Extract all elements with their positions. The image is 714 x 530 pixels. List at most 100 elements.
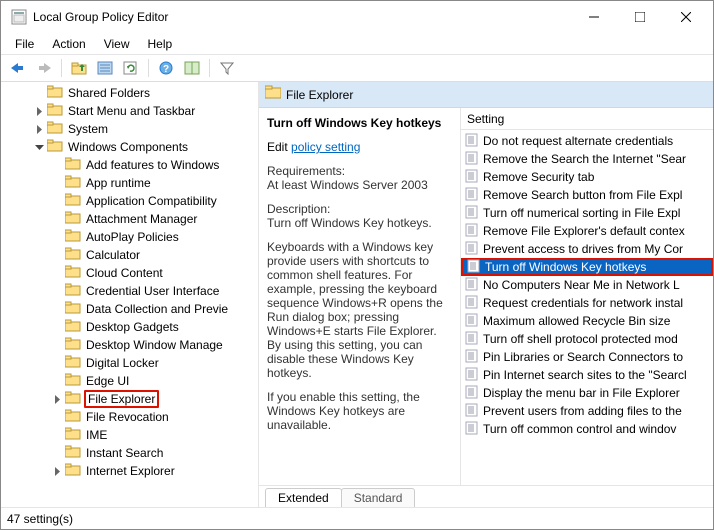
policy-icon	[465, 151, 479, 168]
tree-item[interactable]: App runtime	[51, 174, 258, 192]
expand-twisty[interactable]	[51, 393, 63, 405]
back-button[interactable]	[7, 57, 29, 79]
menu-action[interactable]: Action	[44, 35, 93, 53]
tree-item[interactable]: Shared Folders	[33, 84, 258, 102]
tabs: Extended Standard	[259, 485, 713, 507]
minimize-button[interactable]	[571, 1, 617, 33]
list-item-label: No Computers Near Me in Network L	[483, 278, 680, 292]
list-item[interactable]: Maximum allowed Recycle Bin size	[461, 312, 713, 330]
list-item[interactable]: Turn off Windows Key hotkeys	[461, 258, 713, 276]
list-item[interactable]: Do not request alternate credentials	[461, 132, 713, 150]
menu-view[interactable]: View	[96, 35, 138, 53]
list-item-label: Turn off numerical sorting in File Expl	[483, 206, 680, 220]
expand-twisty[interactable]	[51, 321, 63, 333]
tree-item[interactable]: Desktop Gadgets	[51, 318, 258, 336]
tab-extended[interactable]: Extended	[265, 488, 342, 507]
tree-item[interactable]: File Explorer	[51, 390, 258, 408]
tree-item[interactable]: Digital Locker	[51, 354, 258, 372]
list-item-label: Maximum allowed Recycle Bin size	[483, 314, 670, 328]
expand-twisty[interactable]	[51, 231, 63, 243]
expand-twisty[interactable]	[51, 339, 63, 351]
expand-twisty[interactable]	[33, 123, 45, 135]
list-item[interactable]: Prevent access to drives from My Cor	[461, 240, 713, 258]
list-item[interactable]: Remove File Explorer's default contex	[461, 222, 713, 240]
list-item[interactable]: Remove the Search the Internet "Sear	[461, 150, 713, 168]
tab-standard[interactable]: Standard	[341, 488, 416, 507]
tree-item[interactable]: File Revocation	[51, 408, 258, 426]
list-item[interactable]: Request credentials for network instal	[461, 294, 713, 312]
expand-twisty[interactable]	[51, 429, 63, 441]
tree-item[interactable]: Desktop Window Manage	[51, 336, 258, 354]
tree-item[interactable]: System	[33, 120, 258, 138]
list-item[interactable]: Turn off common control and windov	[461, 420, 713, 438]
tree-item[interactable]: Add features to Windows	[51, 156, 258, 174]
expand-twisty[interactable]	[33, 105, 45, 117]
expand-twisty[interactable]	[51, 375, 63, 387]
tree-scroll[interactable]: Shared Folders Start Menu and Taskbar Syst…	[1, 82, 258, 507]
policy-icon	[465, 241, 479, 258]
list-item[interactable]: Remove Security tab	[461, 168, 713, 186]
menu-file[interactable]: File	[7, 35, 42, 53]
expand-twisty[interactable]	[51, 195, 63, 207]
list-item[interactable]: Turn off numerical sorting in File Expl	[461, 204, 713, 222]
close-button[interactable]	[663, 1, 709, 33]
expand-twisty[interactable]	[51, 285, 63, 297]
list-item[interactable]: No Computers Near Me in Network L	[461, 276, 713, 294]
expand-twisty[interactable]	[51, 213, 63, 225]
properties-icon[interactable]	[94, 57, 116, 79]
edit-policy-link[interactable]: policy setting	[291, 140, 360, 154]
list-item-label: Turn off shell protocol protected mod	[483, 332, 678, 346]
list-item[interactable]: Pin Internet search sites to the "Searcl	[461, 366, 713, 384]
expand-twisty[interactable]	[51, 303, 63, 315]
expand-twisty[interactable]	[51, 447, 63, 459]
policy-icon	[465, 385, 479, 402]
policy-icon	[465, 295, 479, 312]
list-item[interactable]: Pin Libraries or Search Connectors to	[461, 348, 713, 366]
tree-label: Desktop Window Manage	[84, 338, 225, 352]
expand-twisty[interactable]	[51, 267, 63, 279]
tree-item[interactable]: Attachment Manager	[51, 210, 258, 228]
tree-label: Start Menu and Taskbar	[66, 104, 197, 118]
expand-twisty[interactable]	[51, 465, 63, 477]
tree-item[interactable]: Application Compatibility	[51, 192, 258, 210]
list-item[interactable]: Display the menu bar in File Explorer	[461, 384, 713, 402]
expand-twisty[interactable]	[51, 357, 63, 369]
list-item[interactable]: Prevent users from adding files to the	[461, 402, 713, 420]
tree-item[interactable]: AutoPlay Policies	[51, 228, 258, 246]
settings-list-scroll[interactable]: Do not request alternate credentialsRemo…	[461, 130, 713, 485]
tree-item[interactable]: Internet Explorer	[51, 462, 258, 480]
tree-item[interactable]: Windows Components	[33, 138, 258, 156]
expand-twisty[interactable]	[51, 177, 63, 189]
toolbar-separator	[209, 59, 210, 77]
list-item[interactable]: Turn off shell protocol protected mod	[461, 330, 713, 348]
tree-label: Application Compatibility	[84, 194, 219, 208]
maximize-button[interactable]	[617, 1, 663, 33]
tree-item[interactable]: Data Collection and Previe	[51, 300, 258, 318]
expand-twisty[interactable]	[51, 411, 63, 423]
help-icon[interactable]: ?	[155, 57, 177, 79]
options-icon[interactable]	[181, 57, 203, 79]
folder-icon	[47, 139, 63, 155]
menu-help[interactable]: Help	[140, 35, 181, 53]
tree-item[interactable]: Credential User Interface	[51, 282, 258, 300]
up-icon[interactable]	[68, 57, 90, 79]
expand-twisty[interactable]	[51, 249, 63, 261]
tree-item[interactable]: Calculator	[51, 246, 258, 264]
tree-item[interactable]: Cloud Content	[51, 264, 258, 282]
expand-twisty[interactable]	[51, 159, 63, 171]
tree-item[interactable]: Instant Search	[51, 444, 258, 462]
tree-item[interactable]: Edge UI	[51, 372, 258, 390]
tree-item[interactable]: Start Menu and Taskbar	[33, 102, 258, 120]
policy-icon	[465, 223, 479, 240]
settings-column-header[interactable]: Setting	[461, 108, 713, 130]
expand-twisty[interactable]	[33, 141, 45, 153]
refresh-icon[interactable]	[120, 57, 142, 79]
tree-item[interactable]: IME	[51, 426, 258, 444]
list-item[interactable]: Remove Search button from File Expl	[461, 186, 713, 204]
filter-icon[interactable]	[216, 57, 238, 79]
policy-icon	[465, 421, 479, 438]
policy-icon	[465, 367, 479, 384]
expand-twisty[interactable]	[33, 87, 45, 99]
forward-button[interactable]	[33, 57, 55, 79]
policy-icon	[467, 259, 481, 276]
